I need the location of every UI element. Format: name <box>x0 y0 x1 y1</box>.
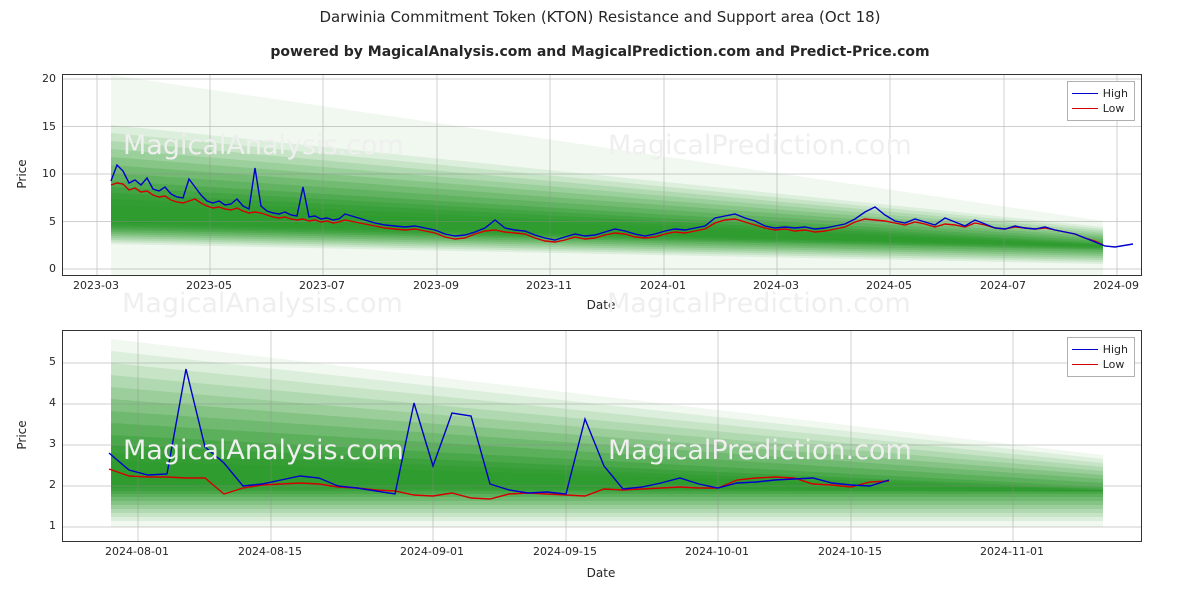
legend-label-high: High <box>1102 343 1128 356</box>
bottom-plot-area: MagicalAnalysis.com MagicalPrediction.co… <box>62 330 1142 542</box>
top-xtick-2: 2023-07 <box>299 279 345 292</box>
bottom-ytick-4: 5 <box>49 355 56 368</box>
bottom-ytick-2: 3 <box>49 437 56 450</box>
top-plot-area: MagicalAnalysis.com MagicalPrediction.co… <box>62 74 1142 276</box>
bottom-xtick-0: 2024-08-01 <box>105 545 169 558</box>
top-xtick-4: 2023-11 <box>526 279 572 292</box>
bottom-xtick-2: 2024-09-01 <box>400 545 464 558</box>
legend-line-high <box>1071 349 1098 350</box>
legend-item-high: High <box>1071 342 1128 357</box>
top-xtick-8: 2024-07 <box>980 279 1026 292</box>
bottom-xtick-6: 2024-11-01 <box>980 545 1044 558</box>
bottom-y-axis-label: Price <box>15 420 29 450</box>
bottom-chart-panel: MagicalAnalysis.com MagicalPrediction.co… <box>0 310 1200 600</box>
top-xtick-5: 2024-01 <box>640 279 686 292</box>
legend-label-low: Low <box>1102 358 1125 371</box>
bottom-ytick-1: 2 <box>49 478 56 491</box>
legend-line-low <box>1071 364 1098 365</box>
chart-page: Darwinia Commitment Token (KTON) Resista… <box>0 0 1200 600</box>
bottom-xtick-4: 2024-10-01 <box>685 545 749 558</box>
top-ytick-1: 5 <box>49 215 56 228</box>
legend-line-high <box>1071 93 1098 94</box>
top-plot-svg <box>63 75 1141 275</box>
legend-item-high: High <box>1071 86 1128 101</box>
top-xtick-9: 2024-09 <box>1093 279 1139 292</box>
top-ytick-4: 20 <box>42 72 56 85</box>
top-chart-panel: MagicalAnalysis.com MagicalPrediction.co… <box>0 0 1200 312</box>
top-legend: High Low <box>1066 81 1135 121</box>
legend-item-low: Low <box>1071 357 1128 372</box>
legend-line-low <box>1071 108 1098 109</box>
bottom-plot-svg <box>63 331 1141 541</box>
legend-label-low: Low <box>1102 102 1125 115</box>
bottom-xtick-3: 2024-09-15 <box>533 545 597 558</box>
top-ytick-0: 0 <box>49 262 56 275</box>
legend-item-low: Low <box>1071 101 1128 116</box>
top-xtick-0: 2023-03 <box>73 279 119 292</box>
bottom-xtick-1: 2024-08-15 <box>238 545 302 558</box>
top-xtick-6: 2024-03 <box>753 279 799 292</box>
top-xtick-1: 2023-05 <box>186 279 232 292</box>
bottom-legend: High Low <box>1066 337 1135 377</box>
top-xtick-3: 2023-09 <box>413 279 459 292</box>
bottom-x-axis-label: Date <box>586 566 616 580</box>
top-ytick-3: 15 <box>42 120 56 133</box>
bottom-xtick-5: 2024-10-15 <box>818 545 882 558</box>
top-ytick-2: 10 <box>42 167 56 180</box>
bottom-ytick-0: 1 <box>49 519 56 532</box>
top-xtick-7: 2024-05 <box>866 279 912 292</box>
legend-label-high: High <box>1102 87 1128 100</box>
bottom-ytick-3: 4 <box>49 396 56 409</box>
top-y-axis-label: Price <box>15 159 29 189</box>
